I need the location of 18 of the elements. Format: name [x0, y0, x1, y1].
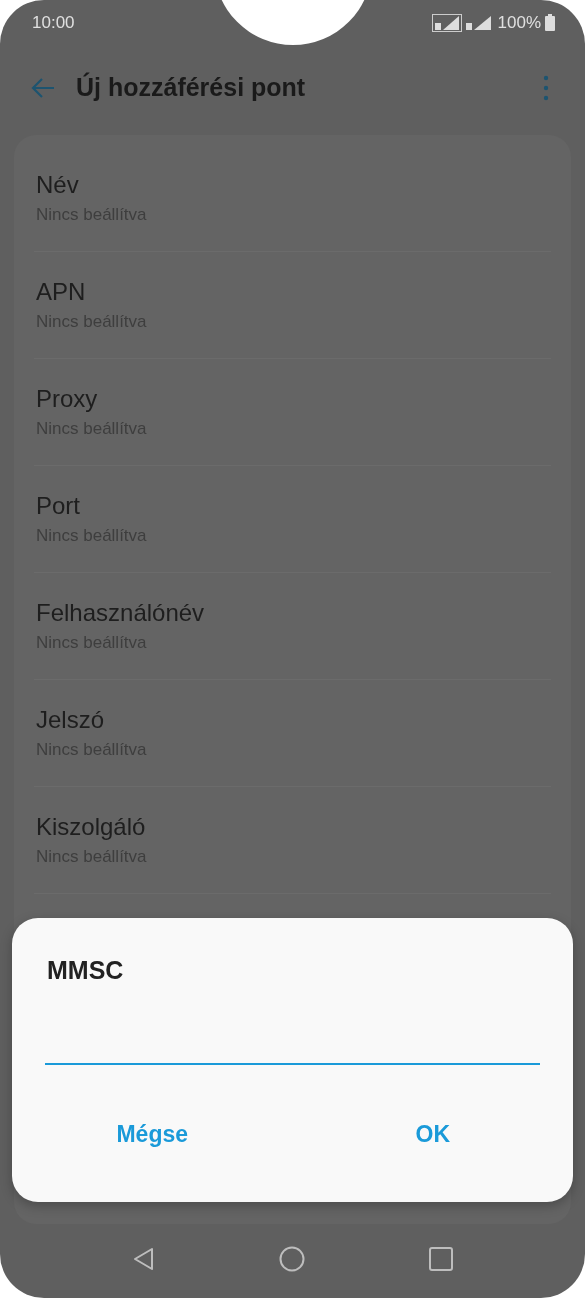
sim-signal-icon	[465, 15, 492, 31]
recents-icon[interactable]	[427, 1246, 454, 1273]
battery-icon	[545, 14, 555, 32]
setting-title: APN	[36, 277, 87, 306]
dialog-button[interactable]: OK	[292, 1113, 573, 1156]
setting-title: Kiszolgáló	[36, 812, 147, 841]
screen-title: Új hozzáférési pont	[76, 73, 307, 103]
setting-title: Jelszó	[36, 705, 106, 734]
dialog-title: MMSC	[47, 956, 125, 985]
sim-signal-icon	[431, 14, 462, 32]
setting-title: Proxy	[36, 384, 99, 413]
dialog-button[interactable]: Mégse	[12, 1113, 293, 1156]
home-icon[interactable]	[279, 1246, 306, 1273]
battery-percent: 100%	[497, 13, 541, 33]
setting-title: Név	[36, 170, 80, 199]
setting-title: Port	[36, 491, 81, 520]
clock-time: 10:00	[32, 13, 75, 33]
setting-title: Felhasználónév	[36, 598, 206, 627]
